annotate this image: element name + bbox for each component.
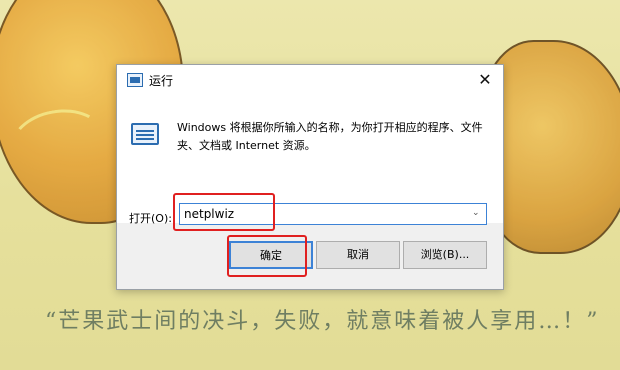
- browse-button[interactable]: 浏览(B)...: [403, 241, 487, 269]
- dialog-content: Windows 将根据你所输入的名称，为你打开相应的程序、文件夹、文档或 Int…: [117, 95, 503, 231]
- titlebar[interactable]: 运行 ✕: [117, 65, 503, 95]
- dialog-description: Windows 将根据你所输入的名称，为你打开相应的程序、文件夹、文档或 Int…: [177, 121, 483, 152]
- cancel-button[interactable]: 取消: [316, 241, 400, 269]
- open-label: 打开(O):: [129, 212, 172, 225]
- chevron-down-icon[interactable]: ⌄: [472, 208, 482, 218]
- wallpaper-quote: “芒果武士间的决斗，失败，就意味着被人享用…！”: [45, 309, 600, 334]
- dialog-title: 运行: [149, 74, 174, 88]
- highlight-box-input: [173, 193, 275, 231]
- highlight-box-ok: [227, 235, 307, 277]
- run-dialog: 运行 ✕ Windows 将根据你所输入的名称，为你打开相应的程序、文件夹、文档…: [116, 64, 504, 290]
- run-icon: [127, 73, 143, 87]
- run-icon: [131, 123, 159, 145]
- close-button[interactable]: ✕: [473, 69, 497, 91]
